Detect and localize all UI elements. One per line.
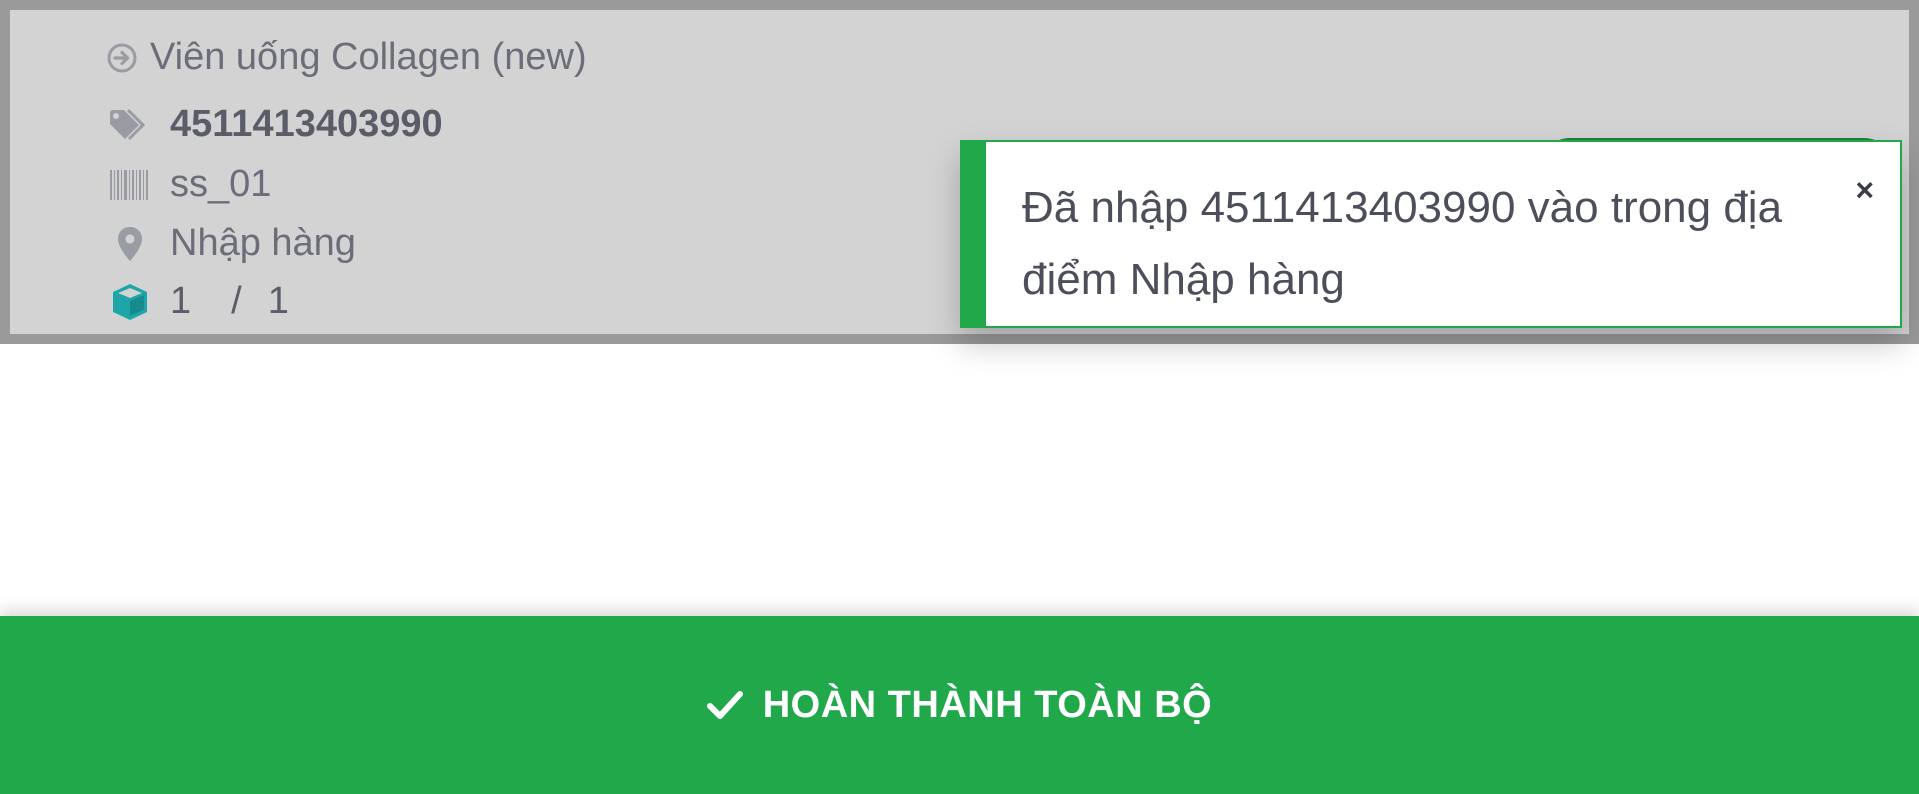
validate-all-label: HOÀN THÀNH TOÀN BỘ: [762, 683, 1213, 726]
validate-all-button[interactable]: HOÀN THÀNH TOÀN BỘ: [0, 616, 1919, 794]
lot-number: 4511413403990: [170, 103, 443, 145]
arrow-circle-right-icon: [104, 43, 140, 73]
location-row: Nhập hàng: [108, 222, 356, 265]
check-icon: [706, 690, 743, 720]
location-name: Nhập hàng: [170, 222, 356, 264]
barcode-icon: [108, 169, 152, 200]
barcode-picking-screen: Viên uống Collagen (new) 4511413403990 s…: [0, 0, 1919, 794]
close-icon[interactable]: ×: [1855, 174, 1874, 206]
notification-message: Đã nhập 4511413403990 vào trong địa điểm…: [1022, 183, 1783, 304]
lot-row: 4511413403990: [108, 103, 443, 146]
quantity-done: 1: [170, 280, 192, 322]
tags-icon: [108, 108, 152, 142]
quantity-separator: /: [231, 280, 242, 322]
map-marker-icon: [108, 226, 152, 262]
cube-icon: [108, 282, 152, 322]
product-name: Viên uống Collagen (new): [150, 36, 587, 78]
success-notification: Đã nhập 4511413403990 vào trong địa điểm…: [960, 140, 1902, 328]
barcode-row: ss_01: [108, 163, 271, 206]
quantity-total: 1: [267, 280, 289, 322]
product-row: Viên uống Collagen (new): [104, 36, 587, 79]
barcode-value: ss_01: [170, 163, 272, 205]
quantity-row: 1 / 1: [108, 280, 289, 323]
